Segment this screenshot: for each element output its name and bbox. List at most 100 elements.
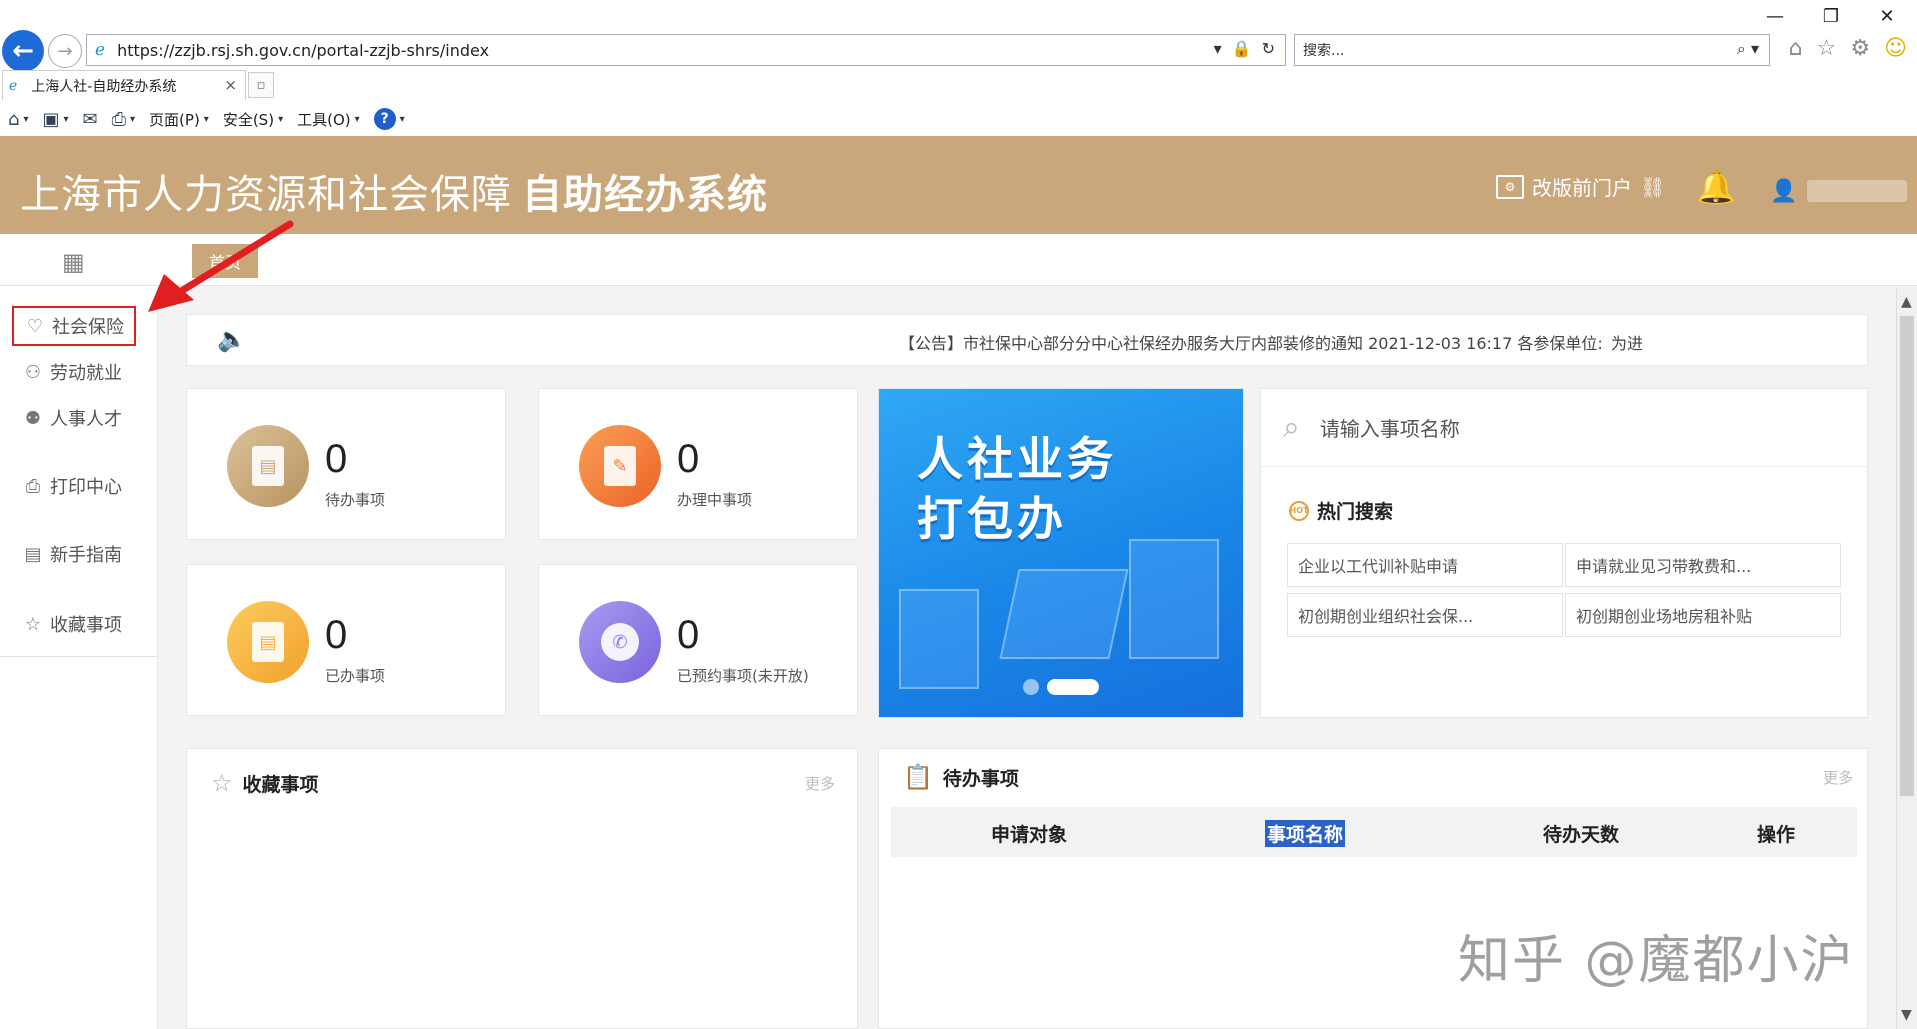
close-window-button[interactable]: ✕ (1875, 6, 1899, 27)
sidebar-item-print-center[interactable]: ⎙ 打印中心 (12, 466, 136, 506)
favorites-more-link[interactable]: 更多 (805, 773, 835, 794)
hot-search-title: 热门搜索 (1317, 501, 1394, 523)
settings-gear-icon[interactable]: ⚙ (1850, 36, 1870, 61)
dropdown-icon[interactable]: ▾ (355, 114, 360, 125)
browser-search-input[interactable]: 搜索... ⌕ ▾ (1294, 34, 1770, 66)
rss-feed-icon[interactable]: ▣ (42, 109, 59, 130)
carousel-dot-active[interactable] (1047, 679, 1099, 695)
stat-card-reserved[interactable]: ✆ 0 已预约事项(未开放) (538, 564, 858, 716)
mail-icon[interactable]: ✉ (83, 109, 98, 130)
refresh-icon[interactable]: ↻ (1262, 39, 1275, 58)
dropdown-icon[interactable]: ▾ (278, 114, 283, 125)
dropdown-icon[interactable]: ▾ (1214, 39, 1222, 58)
scroll-down-icon[interactable]: ▼ (1901, 1007, 1912, 1023)
sidebar-item-favorites[interactable]: ☆ 收藏事项 (12, 604, 136, 644)
lock-icon[interactable]: 🔒 (1232, 39, 1252, 58)
browser-chrome: — ❐ ✕ ← → ℯ https://zzjb.rsj.sh.gov.cn/p… (0, 0, 1917, 136)
browser-tab[interactable]: ℯ 上海人社-自助经办系统 × (2, 70, 246, 100)
sidebar: ♡ 社会保险 ⚇ 劳动就业 ⚉ 人事人才 ⎙ 打印中心 ▤ 新手指南 ☆ 收藏事… (0, 286, 158, 1029)
page-menu[interactable]: 页面(P) (149, 109, 200, 130)
carousel-dot[interactable] (1023, 679, 1039, 695)
restore-button[interactable]: ❐ (1819, 6, 1843, 27)
hot-search-item[interactable]: 初创期创业场地房租补贴 (1565, 593, 1841, 637)
stat-card-completed[interactable]: ▤ 0 已办事项 (186, 564, 506, 716)
banner-decor-screen (999, 569, 1129, 659)
search-panel: ⌕ 请输入事项名称 HOT 热门搜索 企业以工代训补贴申请 申请就业见习带教费和… (1260, 388, 1868, 718)
pending-document-icon: ▤ (227, 425, 309, 507)
sidebar-item-personnel-talent[interactable]: ⚉ 人事人才 (12, 398, 136, 438)
stat-card-pending[interactable]: ▤ 0 待办事项 (186, 388, 506, 540)
dropdown-icon[interactable]: ▾ (400, 114, 405, 125)
sidebar-item-label: 新手指南 (50, 545, 122, 566)
banner-title-line1: 人社业务 (917, 432, 1117, 486)
monitor-icon: ⚙ (1496, 174, 1524, 199)
sidebar-item-beginner-guide[interactable]: ▤ 新手指南 (12, 534, 136, 574)
sidebar-item-label: 劳动就业 (50, 363, 122, 384)
minimize-button[interactable]: — (1763, 6, 1787, 27)
hot-search-item[interactable]: 申请就业见习带教费和... (1565, 543, 1841, 587)
scroll-thumb[interactable] (1900, 316, 1914, 796)
star-icon: ☆ (211, 769, 233, 797)
app-grid-icon[interactable]: ▦ (62, 248, 85, 276)
sidebar-item-label: 打印中心 (50, 477, 122, 498)
dropdown-icon[interactable]: ▾ (130, 114, 135, 125)
home-cmd-icon[interactable]: ⌂ (8, 109, 19, 130)
stat-label: 已预约事项(未开放) (677, 667, 809, 685)
site-title-light: 上海市人力资源和社会保障 (20, 172, 512, 218)
favorites-star-icon[interactable]: ☆ (1817, 36, 1837, 61)
hot-search-item[interactable]: 企业以工代训补贴申请 (1287, 543, 1563, 587)
close-tab-icon[interactable]: × (224, 76, 237, 94)
notification-bell-icon[interactable]: 🔔 (1696, 168, 1736, 206)
dropdown-icon[interactable]: ▾ (23, 114, 28, 125)
hot-search-item[interactable]: 初创期创业组织社会保... (1287, 593, 1563, 637)
banner-decor-box (899, 589, 979, 689)
speaker-icon: 🔈 (217, 325, 247, 353)
stat-label: 待办事项 (325, 491, 386, 509)
dropdown-icon[interactable]: ▾ (63, 114, 68, 125)
safety-menu[interactable]: 安全(S) (223, 109, 274, 130)
favorites-panel: ☆ 收藏事项 更多 (186, 748, 858, 1029)
tools-menu[interactable]: 工具(O) (297, 109, 351, 130)
todo-more-link[interactable]: 更多 (1823, 767, 1853, 788)
announcement-text[interactable]: 【公告】市社保中心部分分中心社保经办服务大厅内部装修的通知 2021-12-03… (899, 330, 1603, 354)
home-icon[interactable]: ⌂ (1789, 36, 1803, 61)
old-portal-link[interactable]: ⚙ 改版前门户 ⛓ (1496, 172, 1665, 201)
stat-count: 0 (325, 613, 348, 657)
link-icon: ⛓ (1640, 174, 1666, 199)
printer-icon: ⎙ (25, 475, 41, 497)
people-icon: ⚉ (24, 407, 42, 429)
sidebar-item-label: 人事人才 (50, 409, 122, 430)
stat-card-in-progress[interactable]: ✎ 0 办理中事项 (538, 388, 858, 540)
browser-toolbar-icons: ⌂ ☆ ⚙ ☺ (1789, 36, 1907, 61)
sidebar-item-social-insurance[interactable]: ♡ 社会保险 (12, 306, 136, 346)
announcement-text-tail[interactable]: 为进 (1611, 330, 1643, 354)
page-scrollbar[interactable]: ▲ ▼ (1896, 288, 1917, 1029)
help-icon[interactable]: ? (373, 108, 396, 130)
old-portal-label: 改版前门户 (1532, 176, 1632, 200)
dropdown-icon[interactable]: ▾ (204, 114, 209, 125)
column-header: 待办天数 (1543, 824, 1620, 846)
favorites-title: 收藏事项 (242, 773, 319, 796)
address-tools: ▾ 🔒 ↻ (1214, 39, 1275, 58)
address-bar[interactable]: ℯ https://zzjb.rsj.sh.gov.cn/portal-zzjb… (86, 34, 1286, 66)
sidebar-item-labor-employment[interactable]: ⚇ 劳动就业 (12, 352, 136, 392)
search-icon[interactable]: ⌕ ▾ (1737, 39, 1759, 59)
stat-label: 办理中事项 (677, 491, 753, 509)
banner-title-line2: 打包办 (917, 492, 1067, 546)
sidebar-item-label: 社会保险 (52, 317, 124, 338)
back-button[interactable]: ← (2, 30, 44, 72)
scroll-up-icon[interactable]: ▲ (1901, 294, 1912, 310)
user-menu[interactable]: 👤 (1770, 176, 1910, 206)
todo-heading: 📋 待办事项 (903, 763, 1019, 791)
item-search-input[interactable]: ⌕ 请输入事项名称 (1261, 389, 1867, 467)
favorites-heading: ☆ 收藏事项 (211, 769, 319, 797)
print-cmd-icon[interactable]: ⎙ (112, 109, 126, 130)
feedback-smiley-icon[interactable]: ☺ (1884, 36, 1907, 61)
column-header: 申请对象 (991, 824, 1068, 846)
todo-table-header: 申请对象 事项名称 待办天数 操作 (891, 807, 1857, 857)
carousel-indicators (1023, 679, 1099, 695)
sidebar-item-label: 收藏事项 (50, 615, 122, 636)
new-tab-button[interactable]: ▫ (248, 72, 274, 98)
forward-button[interactable]: → (48, 34, 82, 68)
promo-banner-carousel[interactable]: 人社业务 打包办 (878, 388, 1244, 718)
